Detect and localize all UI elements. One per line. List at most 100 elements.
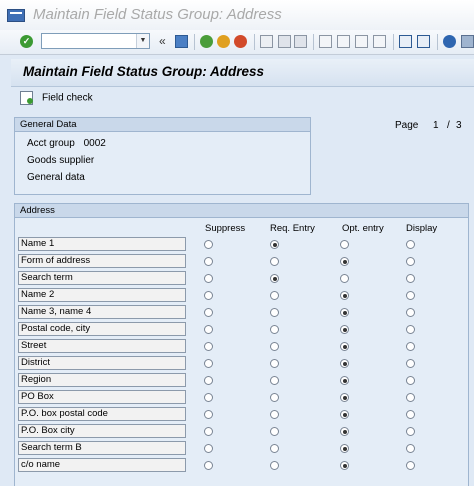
- radio-req-entry[interactable]: [270, 444, 279, 453]
- radio-opt-entry[interactable]: [340, 461, 349, 470]
- field-check-icon: [20, 91, 33, 105]
- find-next-icon[interactable]: [294, 35, 307, 48]
- radio-suppress[interactable]: [204, 240, 213, 249]
- radio-suppress[interactable]: [204, 376, 213, 385]
- address-title: Address: [15, 204, 468, 218]
- column-header-req-entry: Req. Entry: [270, 223, 315, 234]
- radio-req-entry[interactable]: [270, 257, 279, 266]
- acct-group-value: 0002: [83, 138, 106, 149]
- radio-display[interactable]: [406, 376, 415, 385]
- radio-req-entry[interactable]: [270, 308, 279, 317]
- radio-display[interactable]: [406, 342, 415, 351]
- radio-opt-entry[interactable]: [340, 274, 349, 283]
- back-icon[interactable]: [200, 35, 213, 48]
- field-check-label: Field check: [42, 92, 93, 104]
- radio-req-entry[interactable]: [270, 325, 279, 334]
- radio-suppress[interactable]: [204, 325, 213, 334]
- radio-req-entry[interactable]: [270, 410, 279, 419]
- save-icon[interactable]: [175, 35, 188, 48]
- radio-req-entry[interactable]: [270, 342, 279, 351]
- radio-req-entry[interactable]: [270, 274, 279, 283]
- radio-display[interactable]: [406, 291, 415, 300]
- screen-header: Maintain Field Status Group: Address: [11, 59, 474, 87]
- standard-toolbar: ✓ ▼ «: [0, 30, 474, 55]
- general-data-title: General Data: [15, 118, 310, 132]
- new-session-icon[interactable]: [399, 35, 412, 48]
- field-label: Name 1: [18, 237, 186, 251]
- radio-opt-entry[interactable]: [340, 291, 349, 300]
- radio-opt-entry[interactable]: [340, 257, 349, 266]
- radio-display[interactable]: [406, 257, 415, 266]
- radio-display[interactable]: [406, 461, 415, 470]
- cancel-icon[interactable]: [234, 35, 247, 48]
- radio-opt-entry[interactable]: [340, 325, 349, 334]
- radio-req-entry[interactable]: [270, 359, 279, 368]
- field-label: P.O. box postal code: [18, 407, 186, 421]
- radio-display[interactable]: [406, 410, 415, 419]
- toolbar-separator: [313, 34, 314, 50]
- last-page-icon[interactable]: [373, 35, 386, 48]
- field-label: Street: [18, 339, 186, 353]
- column-header-display: Display: [406, 223, 438, 234]
- radio-display[interactable]: [406, 393, 415, 402]
- help-icon[interactable]: [443, 35, 456, 48]
- next-page-icon[interactable]: [355, 35, 368, 48]
- radio-display[interactable]: [406, 274, 415, 283]
- radio-opt-entry[interactable]: [340, 410, 349, 419]
- shortcut-icon[interactable]: [417, 35, 430, 48]
- radio-req-entry[interactable]: [270, 461, 279, 470]
- acct-group-label: Acct group: [27, 138, 75, 149]
- radio-opt-entry[interactable]: [340, 359, 349, 368]
- field-label: Name 3, name 4: [18, 305, 186, 319]
- exit-icon[interactable]: [217, 35, 230, 48]
- radio-display[interactable]: [406, 427, 415, 436]
- title-bar: Maintain Field Status Group: Address: [0, 0, 474, 31]
- field-label: Region: [18, 373, 186, 387]
- first-page-icon[interactable]: [319, 35, 332, 48]
- radio-display[interactable]: [406, 325, 415, 334]
- radio-suppress[interactable]: [204, 359, 213, 368]
- print-icon[interactable]: [260, 35, 273, 48]
- radio-suppress[interactable]: [204, 410, 213, 419]
- radio-display[interactable]: [406, 359, 415, 368]
- radio-suppress[interactable]: [204, 291, 213, 300]
- general-data-box: General Data Acct group 0002 Goods suppl…: [14, 117, 311, 195]
- radio-suppress[interactable]: [204, 427, 213, 436]
- radio-req-entry[interactable]: [270, 240, 279, 249]
- radio-req-entry[interactable]: [270, 291, 279, 300]
- field-check-button[interactable]: Field check: [20, 91, 93, 105]
- radio-opt-entry[interactable]: [340, 444, 349, 453]
- account-group-description: Goods supplier: [27, 155, 95, 166]
- radio-display[interactable]: [406, 444, 415, 453]
- field-label: Postal code, city: [18, 322, 186, 336]
- field-label: P.O. Box city: [18, 424, 186, 438]
- find-icon[interactable]: [278, 35, 291, 48]
- previous-page-icon[interactable]: [337, 35, 350, 48]
- command-field[interactable]: ▼: [41, 33, 150, 49]
- radio-display[interactable]: [406, 308, 415, 317]
- radio-opt-entry[interactable]: [340, 427, 349, 436]
- page-current: 1: [433, 120, 439, 131]
- chevron-down-icon[interactable]: ▼: [136, 34, 149, 48]
- radio-req-entry[interactable]: [270, 427, 279, 436]
- radio-req-entry[interactable]: [270, 393, 279, 402]
- radio-opt-entry[interactable]: [340, 342, 349, 351]
- radio-suppress[interactable]: [204, 393, 213, 402]
- radio-suppress[interactable]: [204, 257, 213, 266]
- toolbar-separator: [437, 34, 438, 50]
- sap-window-icon: [7, 9, 25, 22]
- radio-suppress[interactable]: [204, 444, 213, 453]
- radio-suppress[interactable]: [204, 461, 213, 470]
- customize-icon[interactable]: [461, 35, 474, 48]
- radio-opt-entry[interactable]: [340, 240, 349, 249]
- collapse-icon[interactable]: «: [159, 34, 166, 48]
- enter-icon[interactable]: ✓: [20, 35, 33, 48]
- radio-display[interactable]: [406, 240, 415, 249]
- radio-suppress[interactable]: [204, 274, 213, 283]
- radio-suppress[interactable]: [204, 308, 213, 317]
- radio-opt-entry[interactable]: [340, 393, 349, 402]
- radio-suppress[interactable]: [204, 342, 213, 351]
- radio-req-entry[interactable]: [270, 376, 279, 385]
- radio-opt-entry[interactable]: [340, 376, 349, 385]
- radio-opt-entry[interactable]: [340, 308, 349, 317]
